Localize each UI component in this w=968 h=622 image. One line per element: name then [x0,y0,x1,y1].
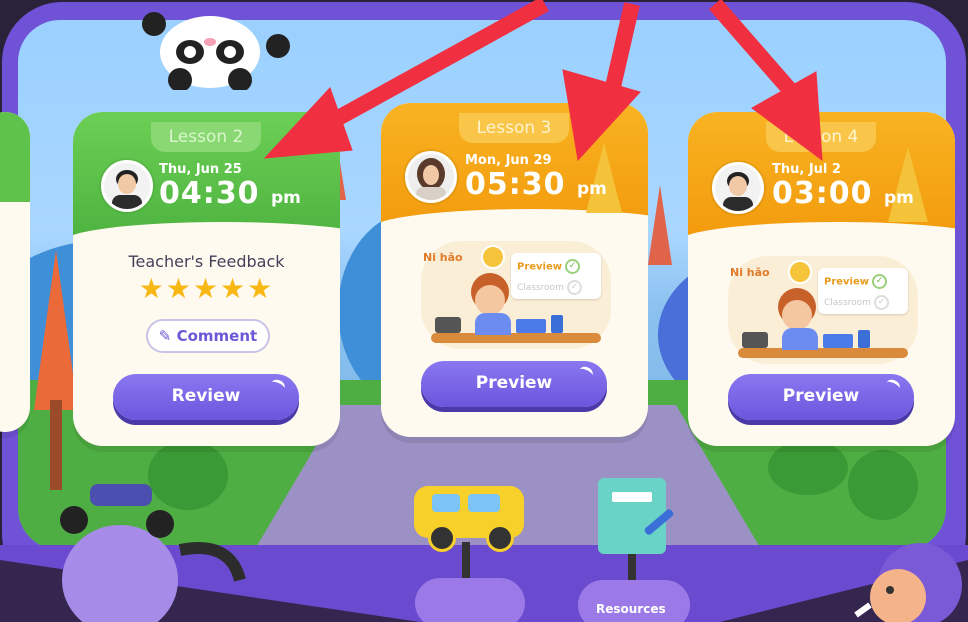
notebook-icon[interactable] [598,478,675,554]
resources-label: Resources [596,602,666,616]
bus-wheel [428,524,456,552]
bus-pad[interactable] [415,578,525,622]
bus-icon[interactable] [414,486,524,552]
arrow-line [708,0,797,96]
avatar-character-icon [854,543,962,622]
notebook-label [612,492,652,502]
app-stage: Lesson 2 Thu, Jun 25 04:30 pm Teacher's … [0,0,968,622]
resources-pad[interactable]: Resources [578,580,690,622]
arrow-head-icon [263,87,353,159]
arrow-head-icon [562,69,641,162]
arrow-line [316,0,549,136]
spring [462,542,470,582]
bus-window [468,494,500,512]
panda-police-icon [60,484,246,622]
bus-window [432,494,460,512]
bus-wheel [486,524,514,552]
